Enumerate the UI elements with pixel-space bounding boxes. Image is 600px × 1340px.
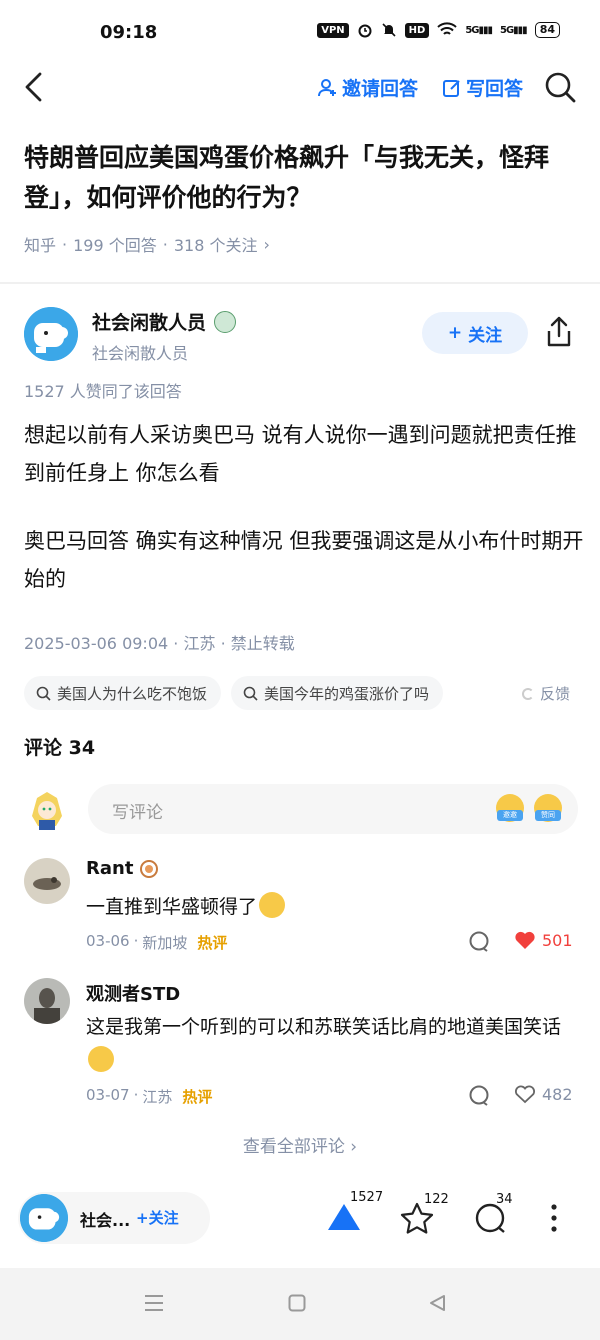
comment-meta: 03-07 · 江苏 热评 (86, 1086, 213, 1106)
favorite-count: 122 (424, 1192, 449, 1207)
comment-placeholder: 写评论 (112, 803, 163, 823)
laugh-emoji-icon (88, 1046, 114, 1072)
emoji-icon[interactable]: 邀邀 (496, 794, 524, 822)
wifi-icon (437, 22, 458, 35)
related-search-row: 美国人为什么吃不饱饭 美国今年的鸡蛋涨价了吗 (24, 676, 444, 710)
write-answer-button[interactable]: 写回答 (442, 74, 523, 101)
search-icon[interactable] (543, 70, 577, 104)
pill-author-name: 社会... (80, 1211, 131, 1230)
hot-tag: 热评 (182, 1088, 213, 1106)
search-icon (243, 686, 258, 701)
comment-input[interactable]: 写评论 邀邀 赞同 (88, 784, 578, 834)
search-icon (36, 686, 51, 701)
my-avatar (24, 786, 70, 832)
comment-count: 34 (496, 1192, 513, 1207)
author-avatar (20, 1194, 68, 1242)
heart-filled-icon (515, 931, 535, 949)
write-answer-label: 写回答 (466, 78, 524, 100)
chevron-right-icon: › (350, 1137, 358, 1157)
system-nav-bar (0, 1268, 600, 1340)
divider (0, 282, 600, 284)
follow-button[interactable]: + 关注 (422, 312, 528, 354)
answer-meta: 2025-03-06 09:04 · 江苏 · 禁止转载 (24, 634, 295, 653)
invite-answer-button[interactable]: 邀请回答 (318, 74, 418, 101)
comment-text: 这是我第一个听到的可以和苏联笑话比肩的地道美国笑话 (86, 1010, 576, 1078)
answer-count: 199 个回答 (73, 236, 157, 255)
comment-author[interactable]: 观测者STD (86, 980, 180, 1006)
agree-count: 1527 人赞同了该回答 (24, 382, 182, 401)
like-button[interactable]: 501 (514, 930, 573, 950)
author-avatar[interactable] (24, 307, 78, 361)
comment-avatar[interactable] (24, 858, 70, 904)
author-name[interactable]: 社会闲散人员 (92, 308, 237, 335)
question-meta[interactable]: 知乎 · 199 个回答 · 318 个关注 › (24, 232, 270, 256)
author-badge-icon (214, 310, 237, 333)
hd-icon: HD (404, 22, 430, 38)
share-icon[interactable] (543, 315, 575, 349)
top-nav: 邀请回答 写回答 (0, 62, 600, 112)
cat-emoji-icon (259, 892, 286, 918)
pill-follow-button[interactable]: +关注 (136, 1207, 179, 1228)
favorite-button[interactable]: 122 (400, 1192, 449, 1238)
alarm-icon (358, 24, 372, 38)
hot-tag: 热评 (197, 934, 228, 952)
question-source: 知乎 (24, 236, 57, 255)
vpn-icon: VPN (317, 22, 349, 38)
upvote-count: 1527 (350, 1190, 384, 1205)
answer-paragraph: 奥巴马回答 确实有这种情况 但我要强调这是从小布什时期开始的 (24, 529, 584, 591)
emoji-icon[interactable]: 赞同 (534, 794, 562, 822)
back-nav-icon[interactable] (428, 1294, 446, 1312)
comment-avatar[interactable] (24, 978, 70, 1024)
comment-author[interactable]: Rant (86, 858, 159, 879)
related-search-chip[interactable]: 美国今年的鸡蛋涨价了吗 (231, 676, 444, 710)
reply-icon[interactable] (468, 1084, 490, 1106)
signal-1-icon: 5G▮▮▮ (465, 24, 493, 36)
answer-date: 2025-03-06 09:04 (24, 634, 169, 653)
reply-icon[interactable] (468, 930, 490, 952)
status-bar: 09:18 VPN HD 5G▮▮▮ 5G▮▮▮ 84 (0, 0, 600, 62)
signal-2-icon: 5G▮▮▮ (500, 24, 528, 36)
more-icon[interactable] (544, 1202, 564, 1234)
menu-icon[interactable] (144, 1294, 164, 1312)
comment-button[interactable]: 34 (474, 1192, 513, 1238)
feedback-button[interactable]: 反馈 (522, 683, 570, 704)
like-count: 482 (542, 1084, 573, 1104)
feedback-icon (522, 687, 534, 700)
comment-meta: 03-06 · 新加坡 热评 (86, 932, 228, 952)
comments-title: 评论 34 (24, 737, 96, 759)
author-pill[interactable]: 社会... +关注 (18, 1192, 210, 1244)
view-all-comments-link[interactable]: 查看全部评论 › (0, 1132, 600, 1157)
home-icon[interactable] (288, 1294, 306, 1312)
answer-paragraph: 想起以前有人采访奥巴马 说有人说你一遇到问题就把责任推到前任身上 你怎么看 (24, 423, 577, 485)
status-icons: VPN HD 5G▮▮▮ 5G▮▮▮ 84 (317, 22, 560, 38)
level-badge-icon (140, 859, 159, 878)
mute-icon (382, 23, 396, 37)
invite-icon (318, 78, 336, 96)
answer-rights: 禁止转载 (230, 634, 295, 653)
follow-label: 关注 (468, 325, 503, 346)
invite-answer-label: 邀请回答 (342, 78, 419, 100)
follower-count: 318 个关注 (173, 236, 258, 255)
related-search-chip[interactable]: 美国人为什么吃不饱饭 (24, 676, 222, 710)
upvote-button[interactable]: 1527 (326, 1190, 383, 1236)
status-time: 09:18 (100, 22, 158, 43)
comment-text: 一直推到华盛顿得了 (86, 890, 576, 924)
battery-icon: 84 (534, 22, 560, 38)
chevron-right-icon: › (263, 234, 270, 254)
like-button[interactable]: 482 (514, 1084, 573, 1104)
upvote-icon (328, 1204, 360, 1230)
heart-outline-icon (514, 1085, 536, 1104)
like-count: 501 (542, 930, 573, 950)
question-title[interactable]: 特朗普回应美国鸡蛋价格飙升「与我无关，怪拜登」，如何评价他的行为？ (24, 138, 580, 218)
author-subtitle: 社会闲散人员 (92, 344, 189, 363)
plus-icon: + (447, 323, 463, 343)
answer-location: 江苏 (183, 634, 216, 653)
back-icon[interactable] (20, 70, 50, 104)
edit-icon (443, 79, 460, 97)
bottom-action-bar: 社会... +关注 1527 122 34 (0, 1180, 600, 1258)
